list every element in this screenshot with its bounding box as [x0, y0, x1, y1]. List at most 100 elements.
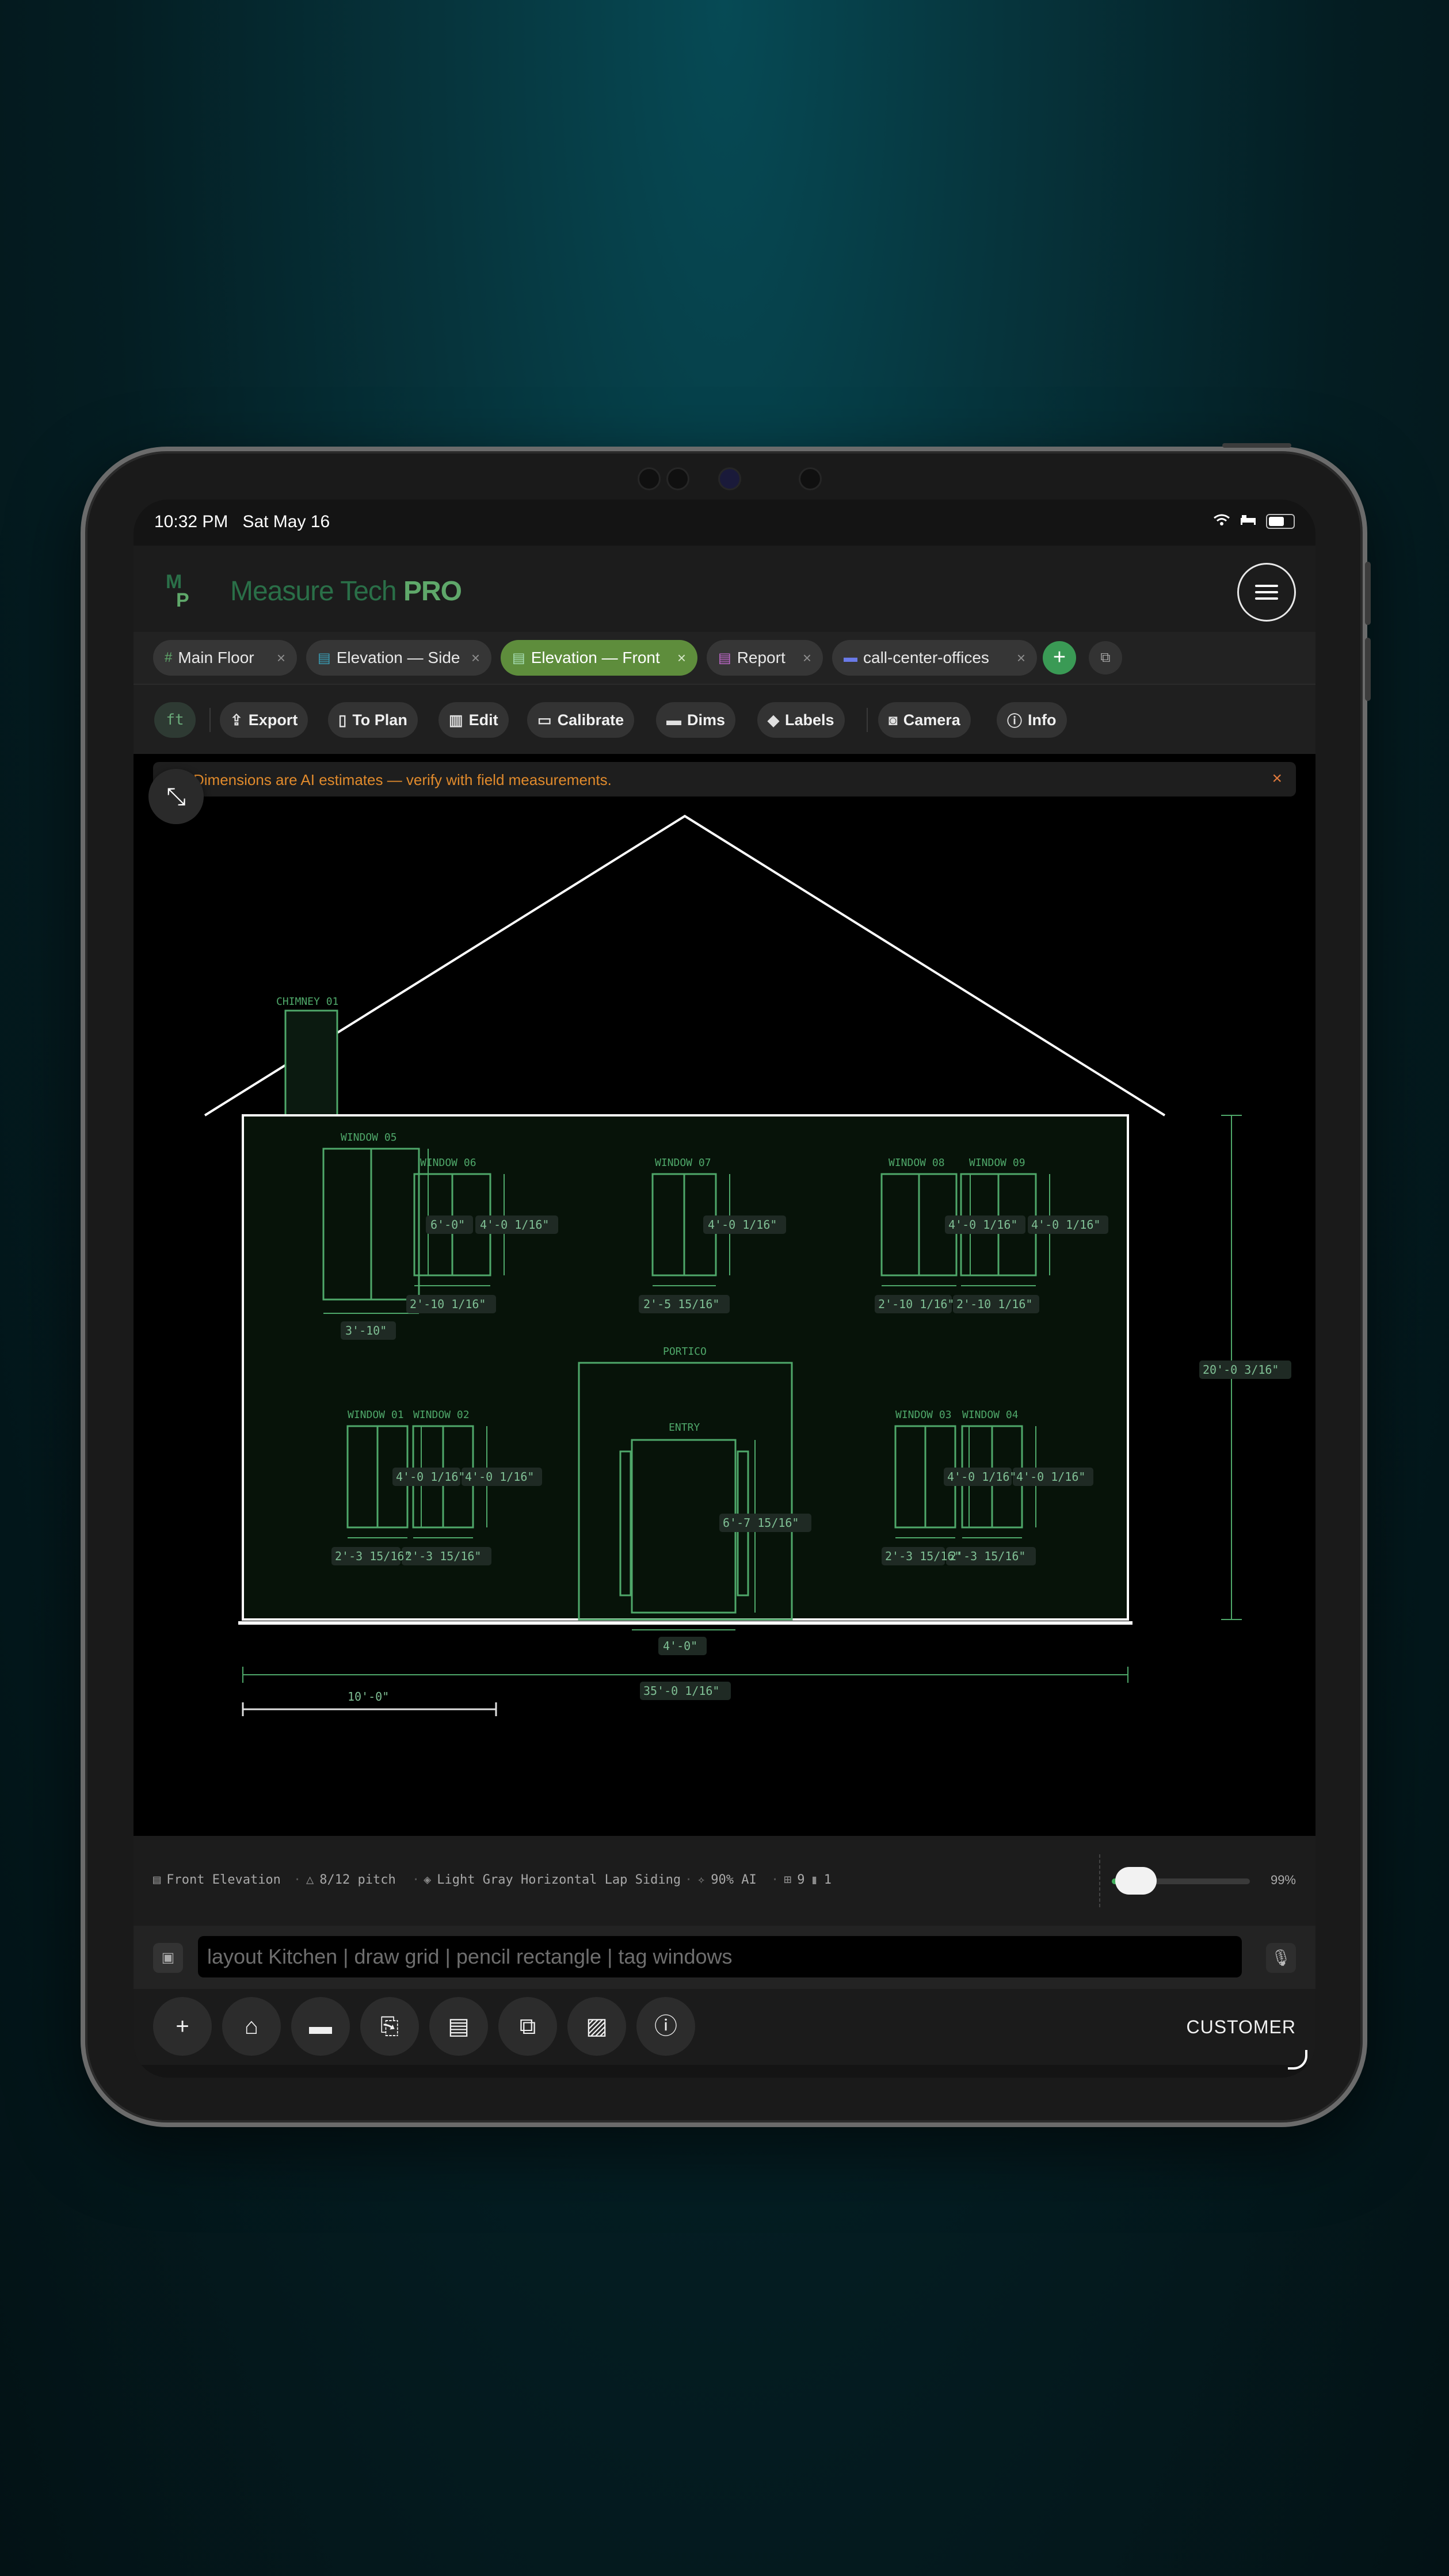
separator-dot: · — [412, 1873, 420, 1887]
volume-up-button — [1365, 562, 1371, 625]
chimney-label: CHIMNEY 01 — [276, 996, 338, 1008]
unit-toggle-button[interactable]: ft — [154, 702, 196, 738]
microphone-icon: 🎙 — [1271, 1949, 1291, 1967]
window-08-label: WINDOW 08 — [889, 1157, 945, 1169]
tab-label: Main Floor — [178, 649, 254, 666]
plus-icon: + — [176, 2014, 189, 2039]
info-icon: ⓘ — [1007, 712, 1023, 730]
home-button[interactable]: ⌂ — [222, 1997, 281, 2056]
stat-ai-text: 90% AI — [711, 1873, 757, 1887]
elevation-drawing[interactable]: CHIMNEY 01 WINDOW 05 WINDOW 06 WINDOW 07… — [134, 754, 1315, 1836]
drawing-canvas[interactable]: CHIMNEY 01 WINDOW 05 WINDOW 06 WINDOW 07… — [134, 754, 1315, 1836]
menu-line — [1255, 591, 1278, 593]
home-icon: ⌂ — [244, 2014, 259, 2039]
document-icon: ▯ — [338, 711, 347, 729]
tab-close-icon[interactable]: × — [1017, 649, 1025, 667]
facade-wall — [242, 1114, 1129, 1621]
door-icon: ▮ — [810, 1873, 818, 1887]
window-03-label: WINDOW 03 — [895, 1409, 952, 1421]
to-plan-button[interactable]: ▯ To Plan — [328, 702, 418, 738]
ai-warning-banner: Dimensions are AI estimates — verify wit… — [153, 762, 1296, 797]
opacity-slider[interactable] — [1112, 1867, 1250, 1895]
hamburger-menu-button[interactable] — [1237, 563, 1296, 622]
tab-close-icon[interactable]: × — [803, 649, 811, 667]
document-add-button[interactable]: ⎘ — [360, 1997, 419, 2056]
wifi-icon — [1213, 512, 1230, 530]
to-plan-label: To Plan — [352, 711, 407, 729]
dim-label-w09-height: 4'-0 1/16" — [1031, 1218, 1100, 1232]
stat-ai: ✧ 90% AI — [697, 1873, 757, 1887]
home-indicator — [1288, 2050, 1307, 2070]
labels-button[interactable]: ◆ Labels — [757, 702, 845, 738]
stat-doors-text: 1 — [823, 1873, 832, 1887]
top-button — [1222, 443, 1291, 448]
notes-icon: ▤ — [448, 2014, 470, 2039]
opacity-value: 99% — [1270, 1873, 1296, 1887]
add-tab-button[interactable]: + — [1043, 641, 1076, 675]
tab-label: Elevation — Side — [336, 649, 460, 666]
roof-line — [204, 814, 1166, 1116]
duplicate-tab-button[interactable]: ⧉ — [1089, 641, 1122, 675]
edit-button[interactable]: ▥ Edit — [438, 702, 509, 738]
bottom-nav: + ⌂ ▬ ⎘ ▤ ⧉ ▨ ⓘ CUSTOMER — [134, 1989, 1315, 2065]
dim-label-w01-width: 2'-3 15/16" — [335, 1549, 411, 1563]
export-button[interactable]: ⇪ Export — [220, 702, 308, 738]
tab-label: Elevation — Front — [531, 649, 660, 666]
add-button[interactable]: + — [153, 1997, 212, 2056]
tab-call-center-offices[interactable]: ▬ call-center-offices × — [832, 640, 1037, 676]
toolbar-divider — [867, 708, 868, 732]
bed-icon — [1240, 512, 1257, 530]
photos-icon: ⧉ — [519, 2014, 536, 2039]
window-02-label: WINDOW 02 — [413, 1409, 470, 1421]
tab-main-floor[interactable]: # Main Floor × — [153, 640, 297, 676]
stat-view: ▤ Front Elevation — [153, 1873, 281, 1887]
tab-close-icon[interactable]: × — [471, 649, 480, 667]
dims-button[interactable]: ▬ Dims — [656, 702, 736, 738]
info-nav-button[interactable]: ⓘ — [636, 1997, 695, 2056]
dim-label-w06-width: 2'-10 1/16" — [410, 1297, 486, 1311]
close-banner-icon[interactable]: × — [1272, 769, 1282, 788]
document-plus-icon: ⎘ — [380, 2014, 399, 2039]
command-input[interactable] — [198, 1936, 1242, 1977]
tab-close-icon[interactable]: × — [677, 649, 686, 667]
user-role-label[interactable]: CUSTOMER — [1186, 2017, 1296, 2038]
separator-dot: · — [685, 1873, 693, 1887]
command-bar: ▣ 🎙 — [134, 1926, 1315, 1989]
microphone-button[interactable]: 🎙 — [1266, 1943, 1296, 1973]
window-06-label: WINDOW 06 — [420, 1157, 476, 1169]
tab-report[interactable]: ▤ Report × — [707, 640, 823, 676]
window-04-label: WINDOW 04 — [962, 1409, 1019, 1421]
tab-elevation-front[interactable]: ▤ Elevation — Front × — [501, 640, 697, 676]
dim-label-overall-height: 20'-0 3/16" — [1203, 1363, 1279, 1377]
gallery-button[interactable]: ⧉ — [498, 1997, 557, 2056]
camera-button[interactable]: ◙ Camera — [878, 702, 971, 738]
dim-label-w03-height: 4'-0 1/16" — [947, 1470, 1016, 1484]
window-01-label: WINDOW 01 — [348, 1409, 404, 1421]
ruler-icon: ▭ — [537, 711, 552, 729]
opacity-slider-thumb[interactable] — [1115, 1867, 1157, 1895]
ruler-icon: ▬ — [309, 2014, 332, 2039]
notes-button[interactable]: ▤ — [429, 1997, 488, 2056]
stat-pitch: △ 8/12 pitch — [306, 1873, 396, 1887]
stat-pitch-text: 8/12 pitch — [319, 1873, 396, 1887]
tab-elevation-side[interactable]: ▤ Elevation — Side × — [306, 640, 491, 676]
dims-label: Dims — [687, 711, 726, 729]
camera-lens-icon — [718, 467, 741, 490]
fullscreen-button[interactable]: ⤡ — [148, 769, 204, 824]
battery-icon — [1266, 513, 1295, 529]
image-button[interactable]: ▨ — [567, 1997, 626, 2056]
status-time: 10:32 PM Sat May 16 — [154, 512, 330, 532]
measure-button[interactable]: ▬ — [291, 1997, 350, 2056]
copy-icon: ⧉ — [1100, 650, 1111, 665]
date-text: Sat May 16 — [242, 512, 330, 531]
window-icon: ⊞ — [784, 1873, 792, 1887]
tab-close-icon[interactable]: × — [277, 649, 285, 667]
terminal-button[interactable]: ▣ — [153, 1943, 183, 1973]
report-icon: ▤ — [718, 650, 731, 666]
separator-dot: · — [771, 1873, 779, 1887]
calibrate-button[interactable]: ▭ Calibrate — [527, 702, 635, 738]
status-icons — [1213, 512, 1295, 530]
dim-label-entry-height: 6'-7 15/16" — [723, 1516, 799, 1530]
dim-label-w02-width: 2'-3 15/16" — [405, 1549, 481, 1563]
info-button[interactable]: ⓘ Info — [997, 702, 1067, 738]
